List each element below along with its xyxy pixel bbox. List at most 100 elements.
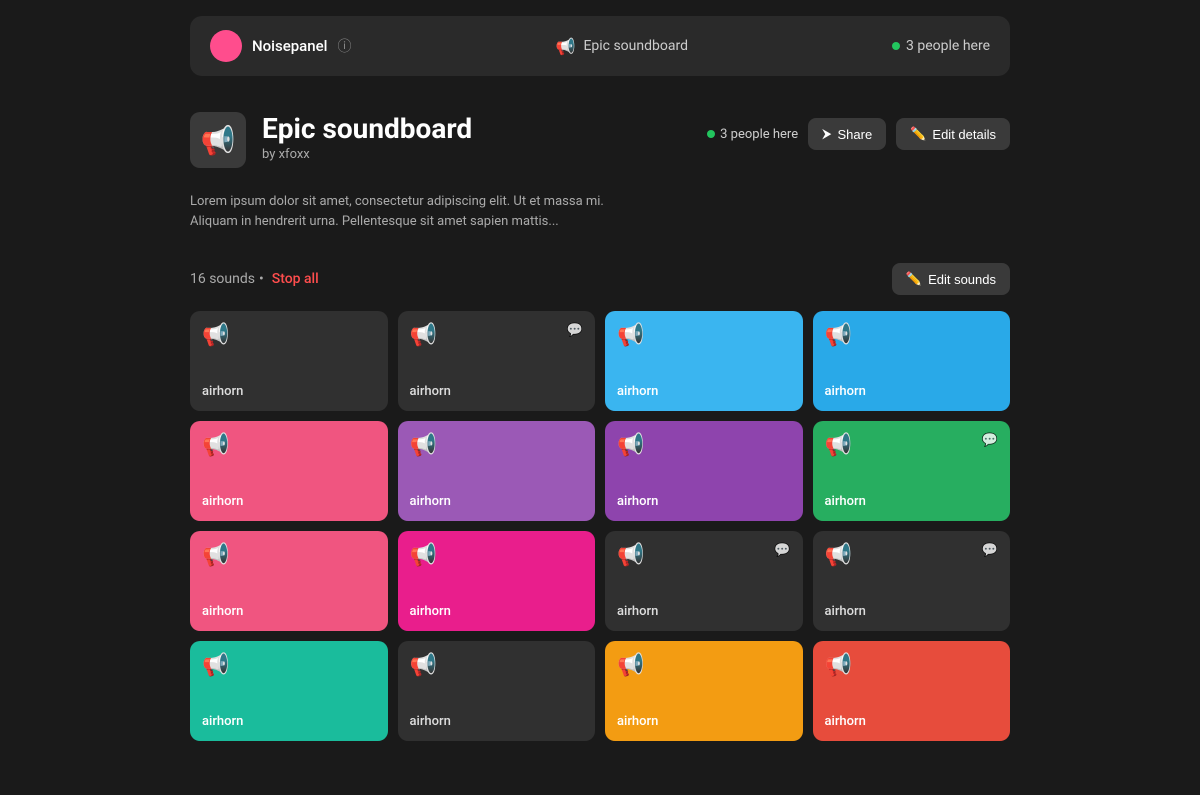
megaphone-icon: 📢: [825, 653, 852, 678]
topbar-soundboard-name: Epic soundboard: [583, 38, 688, 54]
card-top: 📢💬: [825, 433, 999, 458]
topbar-center: 📢 Epic soundboard: [556, 37, 688, 56]
card-label: airhorn: [202, 604, 376, 619]
sound-card[interactable]: 📢💬airhorn: [813, 421, 1011, 521]
card-label: airhorn: [617, 384, 791, 399]
sound-card[interactable]: 📢airhorn: [605, 641, 803, 741]
megaphone-icon: 📢: [410, 433, 437, 458]
sb-header-left: 📢 Epic soundboard by xfoxx: [190, 112, 472, 168]
card-top: 📢: [410, 543, 584, 568]
sound-grid: 📢airhorn📢💬airhorn📢airhorn📢airhorn📢airhor…: [190, 311, 1010, 741]
card-top: 📢: [202, 323, 376, 348]
sound-card[interactable]: 📢 airhorn: [190, 531, 388, 631]
soundboard-author: by xfoxx: [262, 147, 472, 162]
stop-all-button[interactable]: Stop all: [272, 271, 319, 287]
sound-card[interactable]: 📢 airhorn: [398, 641, 596, 741]
sound-card[interactable]: 📢 airhorn: [190, 641, 388, 741]
online-dot: [892, 42, 900, 50]
sound-card[interactable]: 📢 airhorn: [813, 311, 1011, 411]
sound-card[interactable]: 📢💬airhorn: [398, 311, 596, 411]
card-top: 📢💬: [617, 543, 791, 568]
bubble-icon: 💬: [567, 323, 583, 338]
topbar-left: Noisepanel ⓘ: [210, 30, 351, 62]
card-top: 📢: [617, 433, 791, 458]
edit-details-label: Edit details: [932, 127, 996, 142]
megaphone-icon: 📢: [617, 653, 644, 678]
share-icon: ⮞: [822, 126, 831, 142]
card-label: airhorn: [202, 714, 376, 729]
card-label: airhorn: [825, 714, 999, 729]
megaphone-icon: 📢: [410, 543, 437, 568]
soundboard-title: Epic soundboard: [262, 112, 472, 145]
card-label: airhorn: [410, 714, 584, 729]
card-label: airhorn: [410, 384, 584, 399]
card-label: airhorn: [202, 494, 376, 509]
megaphone-icon: 📢: [202, 653, 229, 678]
soundboard-header: 📢 Epic soundboard by xfoxx 3 people here…: [190, 112, 1010, 168]
edit-details-button[interactable]: ✏️ Edit details: [896, 118, 1010, 150]
card-label: airhorn: [617, 604, 791, 619]
sound-card[interactable]: 📢💬 airhorn: [605, 531, 803, 631]
topbar: Noisepanel ⓘ 📢 Epic soundboard 3 people …: [190, 16, 1010, 76]
megaphone-icon: 📢: [825, 543, 852, 568]
megaphone-icon: 📢: [617, 323, 644, 348]
card-top: 📢: [617, 653, 791, 678]
share-button[interactable]: ⮞ Share: [808, 118, 886, 150]
sound-card[interactable]: 📢 airhorn: [190, 421, 388, 521]
sound-card[interactable]: 📢 airhorn: [190, 311, 388, 411]
card-top: 📢: [202, 653, 376, 678]
sound-card[interactable]: 📢 airhorn: [398, 531, 596, 631]
card-label: airhorn: [410, 494, 584, 509]
megaphone-icon: 📢: [410, 323, 437, 348]
flag-icon: 📢: [556, 37, 576, 56]
card-label: airhorn: [617, 494, 791, 509]
card-label: airhorn: [825, 384, 999, 399]
share-label: Share: [838, 127, 873, 142]
card-label: airhorn: [410, 604, 584, 619]
card-label: airhorn: [825, 604, 999, 619]
megaphone-icon: 📢: [410, 653, 437, 678]
sound-card[interactable]: 📢 airhorn: [398, 421, 596, 521]
card-top: 📢: [202, 543, 376, 568]
card-top: 📢: [410, 653, 584, 678]
edit-icon: ✏️: [910, 126, 926, 142]
bubble-icon: 💬: [982, 433, 998, 448]
topbar-right: 3 people here: [892, 38, 990, 54]
edit-sounds-icon: ✏️: [906, 271, 922, 287]
edit-sounds-button[interactable]: ✏️ Edit sounds: [892, 263, 1010, 295]
megaphone-icon: 📢: [202, 323, 229, 348]
avatar: [210, 30, 242, 62]
soundboard-icon-box: 📢: [190, 112, 246, 168]
card-top: 📢💬: [825, 543, 999, 568]
controls-left: 16 sounds • Stop all: [190, 271, 319, 287]
info-icon[interactable]: ⓘ: [337, 36, 351, 56]
header-people-count: 3 people here: [720, 127, 798, 142]
main-content: 📢 Epic soundboard by xfoxx 3 people here…: [190, 92, 1010, 761]
sound-card[interactable]: 📢💬airhorn: [813, 531, 1011, 631]
sounds-count: 16 sounds: [190, 271, 255, 287]
sb-header-right: 3 people here ⮞ Share ✏️ Edit details: [707, 118, 1010, 150]
sound-card[interactable]: 📢 airhorn: [813, 641, 1011, 741]
edit-sounds-label: Edit sounds: [928, 272, 996, 287]
card-label: airhorn: [825, 494, 999, 509]
card-top: 📢: [617, 323, 791, 348]
megaphone-icon: 📢: [617, 543, 644, 568]
bubble-icon: 💬: [982, 543, 998, 558]
soundboard-icon: 📢: [201, 124, 236, 157]
card-top: 📢: [825, 323, 999, 348]
card-label: airhorn: [202, 384, 376, 399]
megaphone-icon: 📢: [825, 323, 852, 348]
sound-card[interactable]: 📢 airhorn: [605, 311, 803, 411]
card-top: 📢: [825, 653, 999, 678]
card-top: 📢: [202, 433, 376, 458]
topbar-people-count: 3 people here: [906, 38, 990, 54]
online-dot-header: [707, 130, 715, 138]
card-top: 📢: [410, 433, 584, 458]
app-name: Noisepanel: [252, 37, 327, 55]
megaphone-icon: 📢: [825, 433, 852, 458]
megaphone-icon: 📢: [202, 543, 229, 568]
sound-card[interactable]: 📢 airhorn: [605, 421, 803, 521]
megaphone-icon: 📢: [617, 433, 644, 458]
soundboard-description: Lorem ipsum dolor sit amet, consectetur …: [190, 192, 610, 231]
card-top: 📢💬: [410, 323, 584, 348]
